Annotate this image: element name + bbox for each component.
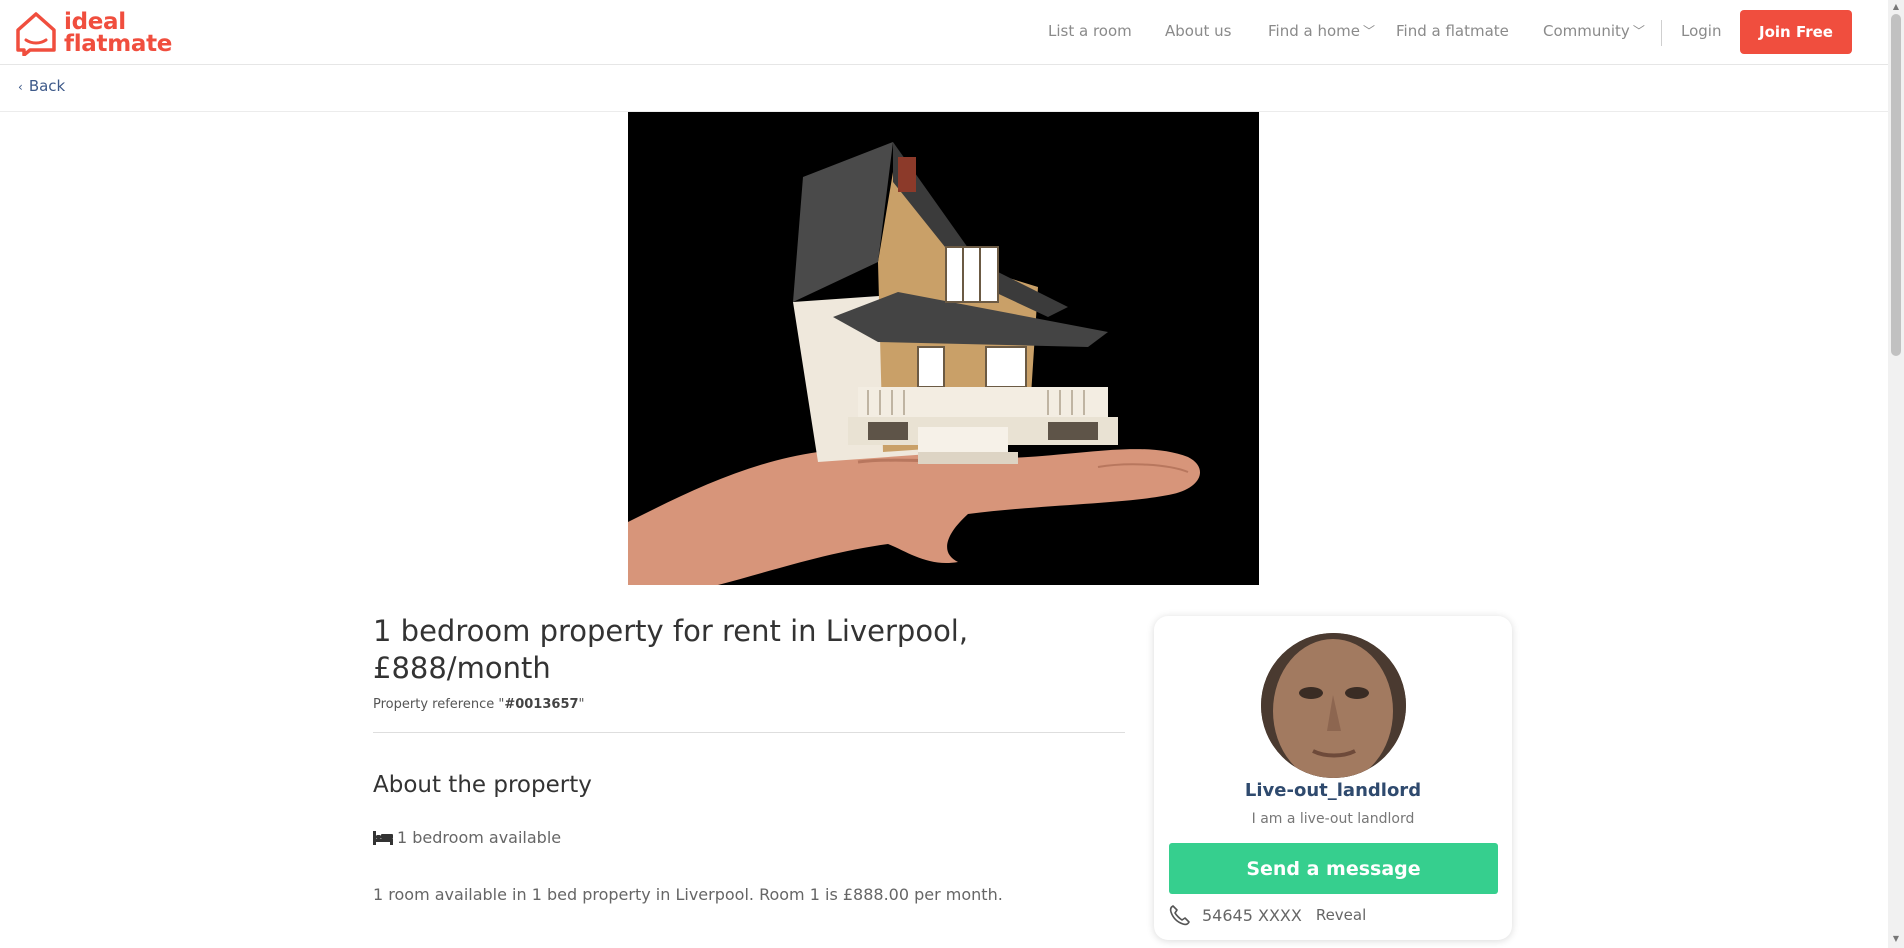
listing-description: 1 room available in 1 bed property in Li…	[373, 885, 1003, 904]
nav-list-room[interactable]: List a room	[1048, 22, 1132, 40]
house-in-hand-image	[628, 112, 1259, 585]
bedroom-count: 1 bedroom available	[397, 828, 562, 847]
reveal-phone-link[interactable]: Reveal	[1316, 906, 1366, 924]
landlord-tagline: I am a live-out landlord	[1251, 811, 1415, 827]
back-label: Back	[28, 77, 66, 95]
bed-icon	[373, 830, 393, 845]
nav-about[interactable]: About us	[1165, 22, 1231, 40]
brand-line-2: flatmate	[64, 31, 173, 57]
section-divider	[373, 732, 1125, 733]
landlord-card: Live-out_landlord I am a live-out landlo…	[1154, 616, 1512, 940]
listing-title: 1 bedroom property for rent in Liverpool…	[373, 614, 969, 685]
site-header: ideal flatmate List a room About us Find…	[0, 0, 1888, 65]
phone-row: 54645 XXXX Reveal	[1168, 903, 1366, 927]
phone-number: 54645 XXXX	[1202, 905, 1302, 925]
scroll-down-icon[interactable]: ▼	[1891, 934, 1901, 944]
ref-end: "	[578, 697, 585, 712]
nav-find-home-label: Find a home	[1268, 22, 1360, 40]
brand-line-1: ideal	[64, 9, 126, 35]
back-link[interactable]: ‹ Back	[18, 77, 65, 95]
chevron-down-icon: ﹀	[1632, 24, 1645, 38]
avatar-face-image	[1261, 633, 1406, 778]
chevron-left-icon: ‹	[18, 80, 23, 94]
scrollbar-thumb[interactable]	[1891, 14, 1901, 356]
property-photo[interactable]	[628, 112, 1259, 585]
brand-wordmark: ideal flatmate	[64, 9, 173, 57]
ref-value: #0013657	[504, 697, 579, 712]
avatar[interactable]	[1261, 633, 1406, 778]
nav-find-flatmate[interactable]: Find a flatmate	[1396, 22, 1509, 40]
ref-label: Property reference "	[373, 697, 505, 712]
nav-find-home[interactable]: Find a home ﹀	[1268, 22, 1375, 40]
nav-community[interactable]: Community ﹀	[1543, 22, 1645, 40]
join-free-button[interactable]: Join Free	[1740, 10, 1852, 54]
phone-icon	[1169, 905, 1190, 926]
bedroom-info: 1 bedroom available	[373, 828, 561, 847]
brand-logo[interactable]: ideal flatmate	[14, 9, 174, 57]
back-bar: ‹ Back	[0, 65, 1888, 112]
property-reference: Property reference "#0013657"	[373, 697, 585, 712]
send-message-button[interactable]: Send a message	[1169, 843, 1498, 894]
nav-community-label: Community	[1543, 22, 1630, 40]
scroll-up-icon[interactable]: ▲	[1891, 2, 1901, 12]
landlord-username[interactable]: Live-out_landlord	[1154, 780, 1512, 801]
house-chat-icon	[16, 12, 56, 56]
nav-divider	[1661, 20, 1662, 46]
nav-login[interactable]: Login	[1681, 22, 1721, 40]
about-heading: About the property	[373, 772, 592, 798]
chevron-down-icon: ﹀	[1363, 24, 1376, 38]
